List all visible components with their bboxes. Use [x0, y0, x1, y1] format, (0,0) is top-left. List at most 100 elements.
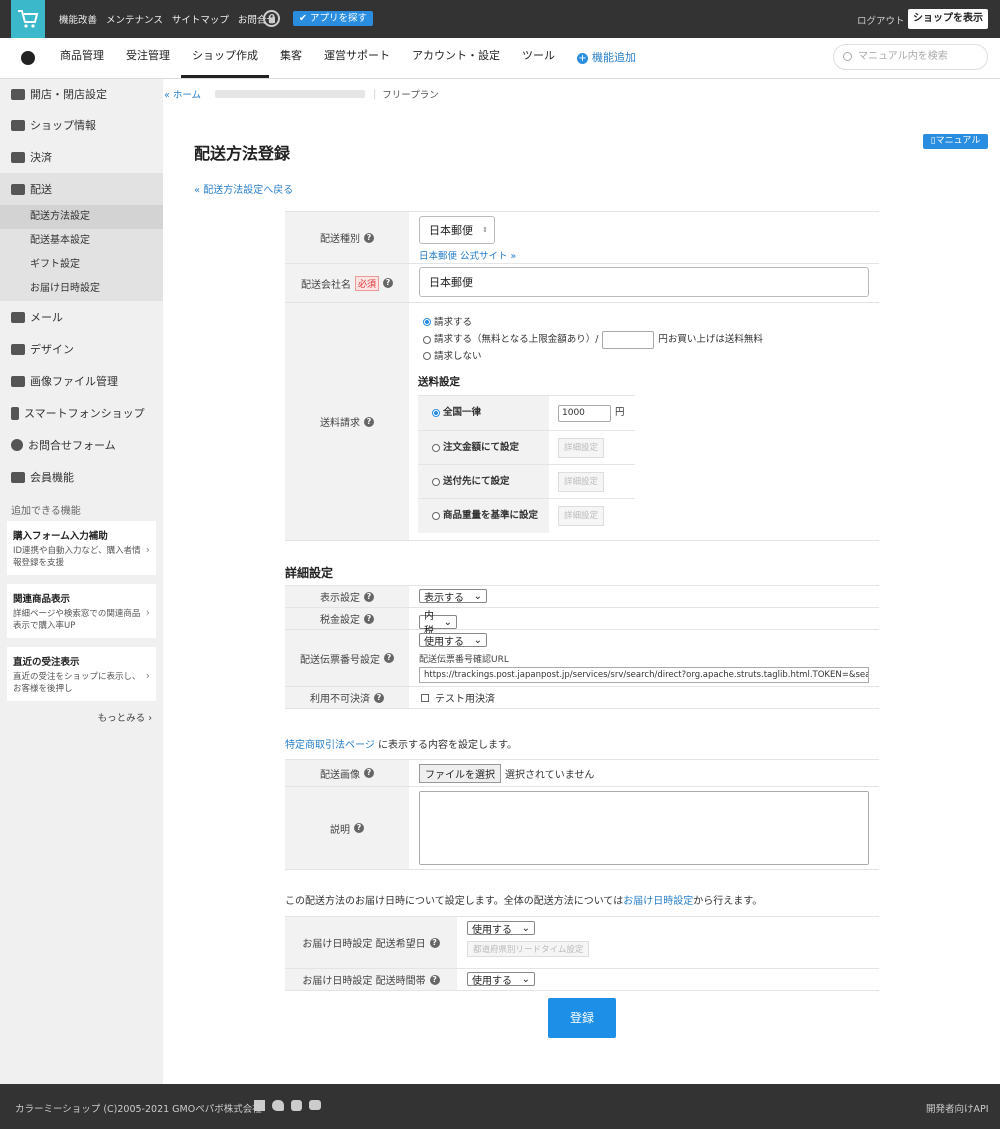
help-icon[interactable]: ? — [429, 974, 440, 985]
unavailable-label: 利用不可決済? — [285, 687, 409, 708]
nav-marketing[interactable]: 集客 — [269, 38, 313, 78]
help-icon[interactable]: ? — [364, 416, 374, 427]
sidebar-sub-delivery-date[interactable]: お届け日時設定 — [0, 277, 163, 301]
charge-option-no[interactable]: 請求しない — [423, 349, 869, 365]
sidebar-item-shipping[interactable]: 配送 — [0, 173, 163, 205]
label-text: 利用不可決済 — [310, 694, 370, 705]
row-display: 表示設定? 表示する ⌄ — [285, 585, 879, 607]
back-to-shipping-link[interactable]: « 配送方法設定へ戻る — [194, 181, 293, 196]
page-title: 配送方法登録 — [194, 144, 291, 163]
desc-label: 説明? — [285, 787, 409, 869]
delivery-date-settings-link[interactable]: お届け日時設定 — [623, 896, 693, 907]
help-icon[interactable]: ? — [429, 937, 440, 948]
help-icon[interactable]: ? — [364, 768, 374, 778]
flat-fee-input[interactable]: 1000 — [558, 404, 611, 422]
sidebar-item-open-close[interactable]: 開店・閉店設定 — [0, 79, 163, 109]
sidebar-sub-shipping-basic[interactable]: 配送基本設定 — [0, 229, 163, 253]
sidebar-item-smartphone[interactable]: スマートフォンショップ — [0, 397, 163, 429]
tokusho-link[interactable]: 特定商取引法ページ — [285, 740, 375, 751]
charge-option-yes[interactable]: 請求する — [423, 315, 869, 331]
carrier-site-link[interactable]: 日本郵便 公式サイト » — [419, 248, 869, 262]
register-button[interactable]: 登録 — [548, 998, 616, 1038]
lead-time-button[interactable]: 都道府県別リードタイム設定 — [467, 940, 590, 957]
fee-weight-option[interactable]: 商品重量を基準に設定 — [418, 499, 549, 533]
manual-button[interactable]: ▯マニュアル — [923, 134, 988, 149]
top-link-maintenance[interactable]: メンテナンス — [106, 12, 163, 26]
sidebar-item-design[interactable]: デザイン — [0, 333, 163, 365]
cart-logo-icon[interactable] — [11, 0, 45, 38]
top-link-improve[interactable]: 機能改善 — [59, 12, 97, 26]
help-icon[interactable]: ? — [354, 823, 364, 833]
help-icon[interactable]: ? — [364, 232, 374, 243]
company-name-input[interactable]: 日本郵便 — [419, 267, 869, 297]
breadcrumb-shop-redacted — [215, 90, 366, 98]
description-textarea[interactable] — [419, 791, 869, 865]
sidebar-item-images[interactable]: 画像ファイル管理 — [0, 365, 163, 397]
required-badge: 必須 — [354, 275, 379, 291]
youtube-icon[interactable] — [309, 1100, 321, 1110]
help-icon[interactable]: ? — [374, 692, 384, 703]
tax-label: 税金設定? — [285, 608, 409, 629]
sidebar-sub-gift[interactable]: ギフト設定 — [0, 253, 163, 277]
delivery-date-select[interactable]: 使用する ⌄ — [467, 921, 535, 936]
breadcrumb-home[interactable]: « ホーム — [164, 87, 201, 101]
help-icon[interactable]: ? — [383, 278, 393, 288]
tracking-select[interactable]: 使用する ⌄ — [419, 633, 487, 648]
display-select[interactable]: 表示する ⌄ — [419, 589, 487, 604]
fee-flat-option[interactable]: 全国一律 — [418, 396, 549, 430]
test-payment-checkbox[interactable] — [421, 693, 429, 702]
smartphone-icon — [11, 406, 19, 420]
sidebar-item-mail[interactable]: メール — [0, 301, 163, 333]
instagram-icon[interactable] — [291, 1100, 302, 1111]
delivery-time-select[interactable]: 使用する ⌄ — [467, 972, 535, 987]
lock-icon[interactable] — [263, 10, 280, 27]
tokusho-form: 配送画像? ファイルを選択 選択されていません 説明? — [285, 759, 879, 870]
top-link-sitemap[interactable]: サイトマップ — [172, 12, 229, 26]
nav-tools[interactable]: ツール — [511, 38, 566, 78]
free-threshold-input[interactable] — [602, 331, 655, 349]
facebook-icon[interactable] — [254, 1100, 265, 1111]
sidebar-item-shop-info[interactable]: ショップ情報 — [0, 109, 163, 141]
detail-settings-button[interactable]: 詳細設定 — [558, 437, 605, 458]
manual-search-input[interactable]: マニュアル内を検索 — [833, 44, 988, 70]
label-text: 送料請求 — [320, 418, 360, 429]
help-icon[interactable]: ? — [364, 591, 374, 602]
row-delivery-time: お届け日時設定 配送時間帯? 使用する ⌄ — [285, 968, 879, 990]
detail-settings-button[interactable]: 詳細設定 — [558, 471, 605, 492]
logout-link[interactable]: ログアウト — [857, 13, 905, 27]
promo-recent-orders[interactable]: 直近の受注表示 直近の受注をショップに表示し、お客様を後押し › — [7, 647, 156, 701]
brand-icon[interactable] — [21, 51, 35, 65]
carrier-type-select[interactable]: 日本郵便 ⇕ — [419, 216, 495, 244]
nav-products[interactable]: 商品管理 — [49, 38, 115, 78]
carrier-type-value: 日本郵便 — [429, 224, 473, 237]
developer-api-link[interactable]: 開発者向けAPI — [926, 1101, 989, 1115]
sidebar-item-payment[interactable]: 決済 — [0, 141, 163, 173]
radio-off — [432, 512, 440, 520]
radio-on — [432, 409, 440, 417]
nav-shop-create[interactable]: ショップ作成 — [181, 38, 269, 78]
shop-icon — [11, 119, 25, 131]
tracking-url-input[interactable]: https://trackings.post.japanpost.jp/serv… — [419, 666, 869, 683]
charge-option-free-over[interactable]: 請求する（無料となる上限金額あり）/ 円お買い上げは送料無料 — [423, 331, 869, 349]
tax-select[interactable]: 内税 ⌄ — [419, 611, 457, 637]
fee-amount-option[interactable]: 注文金額にて設定 — [418, 431, 549, 464]
detail-settings-button[interactable]: 詳細設定 — [558, 506, 605, 526]
more-link[interactable]: もっとみる › — [0, 710, 163, 724]
promo-related-products[interactable]: 関連商品表示 詳細ページや検索窓での関連商品表示で購入率UP › — [7, 584, 156, 638]
show-shop-button[interactable]: ショップを表示 — [908, 9, 988, 29]
fee-dest-option[interactable]: 送付先にて設定 — [418, 465, 549, 498]
twitter-icon[interactable] — [272, 1100, 284, 1111]
nav-support[interactable]: 運営サポート — [313, 38, 401, 78]
nav-account[interactable]: アカウント・設定 — [401, 38, 511, 78]
promo-title: 関連商品表示 — [13, 594, 71, 605]
help-icon[interactable]: ? — [364, 613, 374, 624]
find-app-button[interactable]: ✔ アプリを探す — [293, 11, 373, 26]
nav-orders[interactable]: 受注管理 — [115, 38, 181, 78]
promo-form-assist[interactable]: 購入フォーム入力補助 ID連携や自動入力など、購入者情報登録を支援 › — [7, 521, 156, 575]
sidebar-item-inquiry[interactable]: お問合せフォーム — [0, 429, 163, 461]
nav-add-feature[interactable]: + 機能追加 — [566, 38, 647, 78]
help-icon[interactable]: ? — [384, 653, 394, 663]
choose-file-button[interactable]: ファイルを選択 — [419, 763, 501, 783]
sidebar-item-members[interactable]: 会員機能 — [0, 461, 163, 493]
sidebar-sub-shipping-method[interactable]: 配送方法設定 — [0, 205, 163, 229]
